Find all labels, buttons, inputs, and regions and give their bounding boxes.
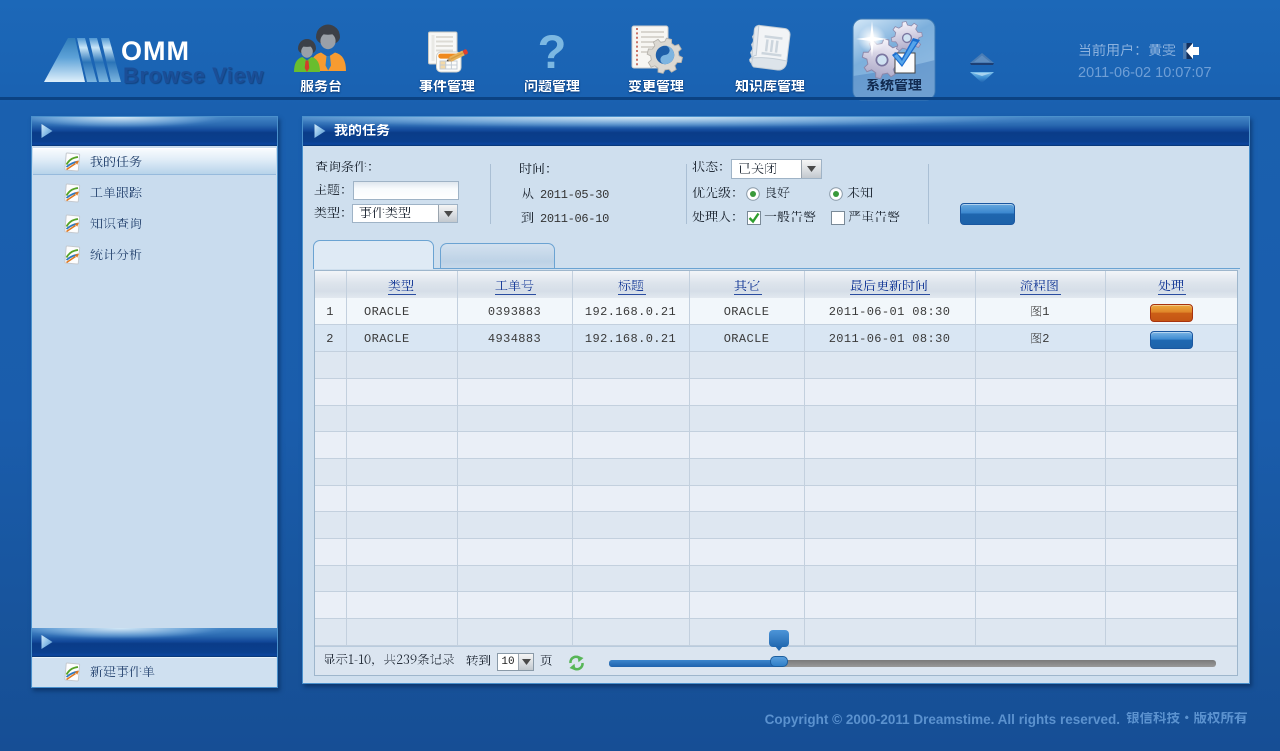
svg-text:?: ? — [538, 25, 567, 76]
